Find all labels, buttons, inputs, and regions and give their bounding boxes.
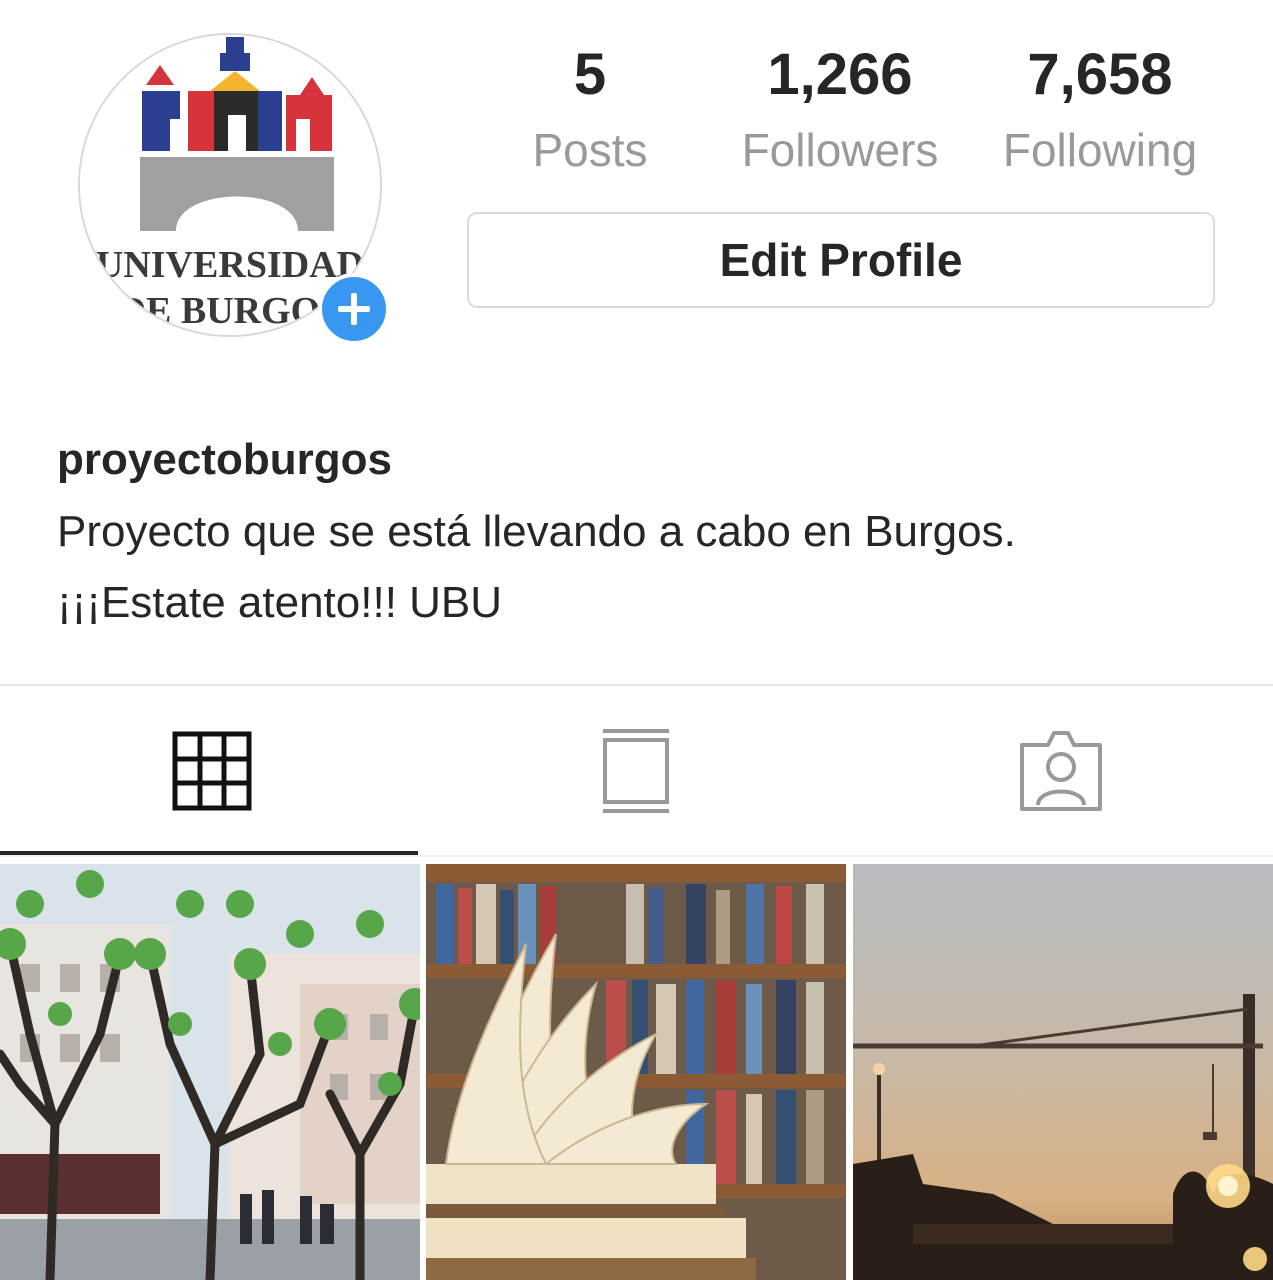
avatar-text-line1: UNIVERSIDAD bbox=[96, 244, 364, 286]
posts-stat[interactable]: 5 Posts bbox=[500, 40, 680, 190]
trees-street-image bbox=[0, 864, 420, 1280]
bio-line-2: ¡¡¡Estate atento!!! UBU bbox=[57, 578, 503, 627]
post-thumbnail-1[interactable] bbox=[0, 864, 420, 1280]
feed-list-icon bbox=[603, 729, 669, 813]
following-label: Following bbox=[1002, 124, 1198, 176]
profile-bio: proyectoburgos Proyecto que se está llev… bbox=[57, 432, 1237, 638]
following-stat[interactable]: 7,658 Following bbox=[975, 40, 1225, 190]
tab-grid[interactable] bbox=[0, 687, 424, 855]
tab-bar-border bbox=[0, 855, 1273, 857]
tagged-person-icon bbox=[1020, 731, 1102, 811]
posts-count: 5 bbox=[573, 42, 607, 107]
plus-icon bbox=[338, 293, 370, 325]
tab-feed[interactable] bbox=[424, 687, 848, 855]
following-count: 7,658 bbox=[1027, 42, 1173, 107]
books-library-image bbox=[426, 864, 846, 1280]
add-story-button[interactable] bbox=[318, 273, 390, 345]
bio-line-1: Proyecto que se está llevando a cabo en … bbox=[57, 507, 1016, 556]
post-thumbnail-3[interactable] bbox=[853, 864, 1273, 1280]
grid-icon bbox=[172, 731, 252, 811]
edit-profile-button[interactable]: Edit Profile bbox=[467, 212, 1215, 308]
posts-label: Posts bbox=[532, 124, 648, 176]
followers-stat[interactable]: 1,266 Followers bbox=[720, 40, 960, 190]
sunset-crane-image bbox=[853, 864, 1273, 1280]
profile-stats: 5 Posts 1,266 Followers 7,658 Following bbox=[470, 40, 1230, 190]
username: proyectoburgos bbox=[57, 435, 392, 484]
tab-tagged[interactable] bbox=[849, 687, 1273, 855]
post-thumbnail-2[interactable] bbox=[426, 864, 846, 1280]
followers-count: 1,266 bbox=[767, 42, 913, 107]
section-divider bbox=[0, 684, 1273, 686]
followers-label: Followers bbox=[741, 124, 939, 176]
avatar-text-line2: DE BURGOS bbox=[119, 290, 342, 332]
